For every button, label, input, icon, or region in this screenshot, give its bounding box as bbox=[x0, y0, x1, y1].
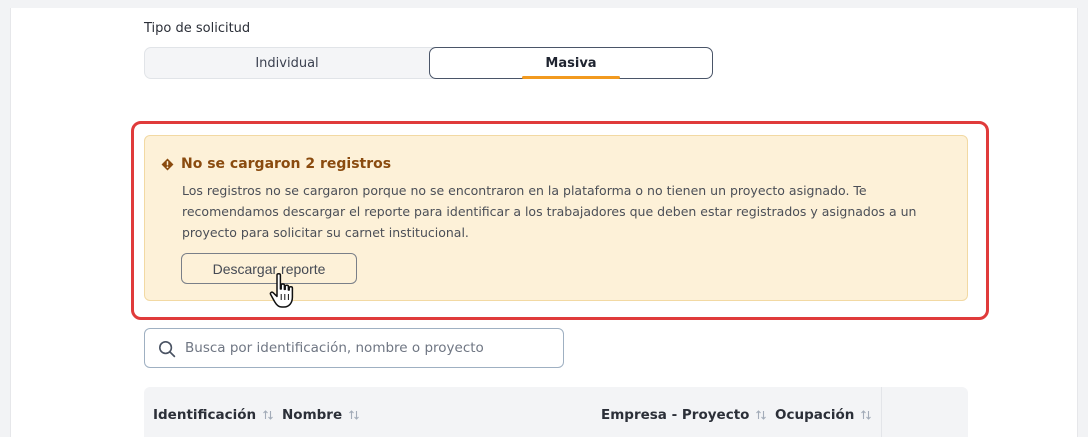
alert-title-row: No se cargaron 2 registros bbox=[161, 156, 391, 172]
alert-title: No se cargaron 2 registros bbox=[181, 156, 392, 172]
sort-icon bbox=[263, 410, 274, 420]
request-type-toggle: Individual Masiva bbox=[144, 47, 713, 79]
toggle-masiva-label: Masiva bbox=[545, 55, 597, 71]
column-header-identificacion[interactable]: Identificación bbox=[153, 407, 274, 423]
toggle-masiva[interactable]: Masiva bbox=[429, 47, 713, 79]
alert-message: Los registros no se cargaron porque no s… bbox=[182, 183, 917, 240]
sort-icon bbox=[349, 410, 360, 420]
request-type-label: Tipo de solicitud bbox=[144, 21, 251, 36]
search-input[interactable] bbox=[185, 329, 555, 367]
search-icon bbox=[158, 340, 176, 358]
column-divider bbox=[881, 387, 882, 437]
column-label: Identificación bbox=[153, 407, 257, 423]
column-label: Empresa - Proyecto bbox=[601, 407, 750, 423]
column-header-ocupacion[interactable]: Ocupación bbox=[775, 407, 872, 423]
sort-icon bbox=[861, 410, 872, 420]
column-label: Nombre bbox=[282, 407, 343, 423]
search-box bbox=[144, 328, 564, 368]
column-label: Ocupación bbox=[775, 407, 855, 423]
column-header-empresa-proyecto[interactable]: Empresa - Proyecto bbox=[601, 407, 767, 423]
warning-diamond-icon bbox=[161, 158, 174, 170]
hand-pointer-icon bbox=[269, 273, 294, 308]
table-header: Identificación Nombre Empresa - Proyecto… bbox=[144, 387, 968, 437]
toggle-individual[interactable]: Individual bbox=[145, 47, 429, 79]
sort-icon bbox=[756, 410, 767, 420]
selected-indicator bbox=[522, 76, 620, 79]
column-header-nombre[interactable]: Nombre bbox=[282, 407, 360, 423]
